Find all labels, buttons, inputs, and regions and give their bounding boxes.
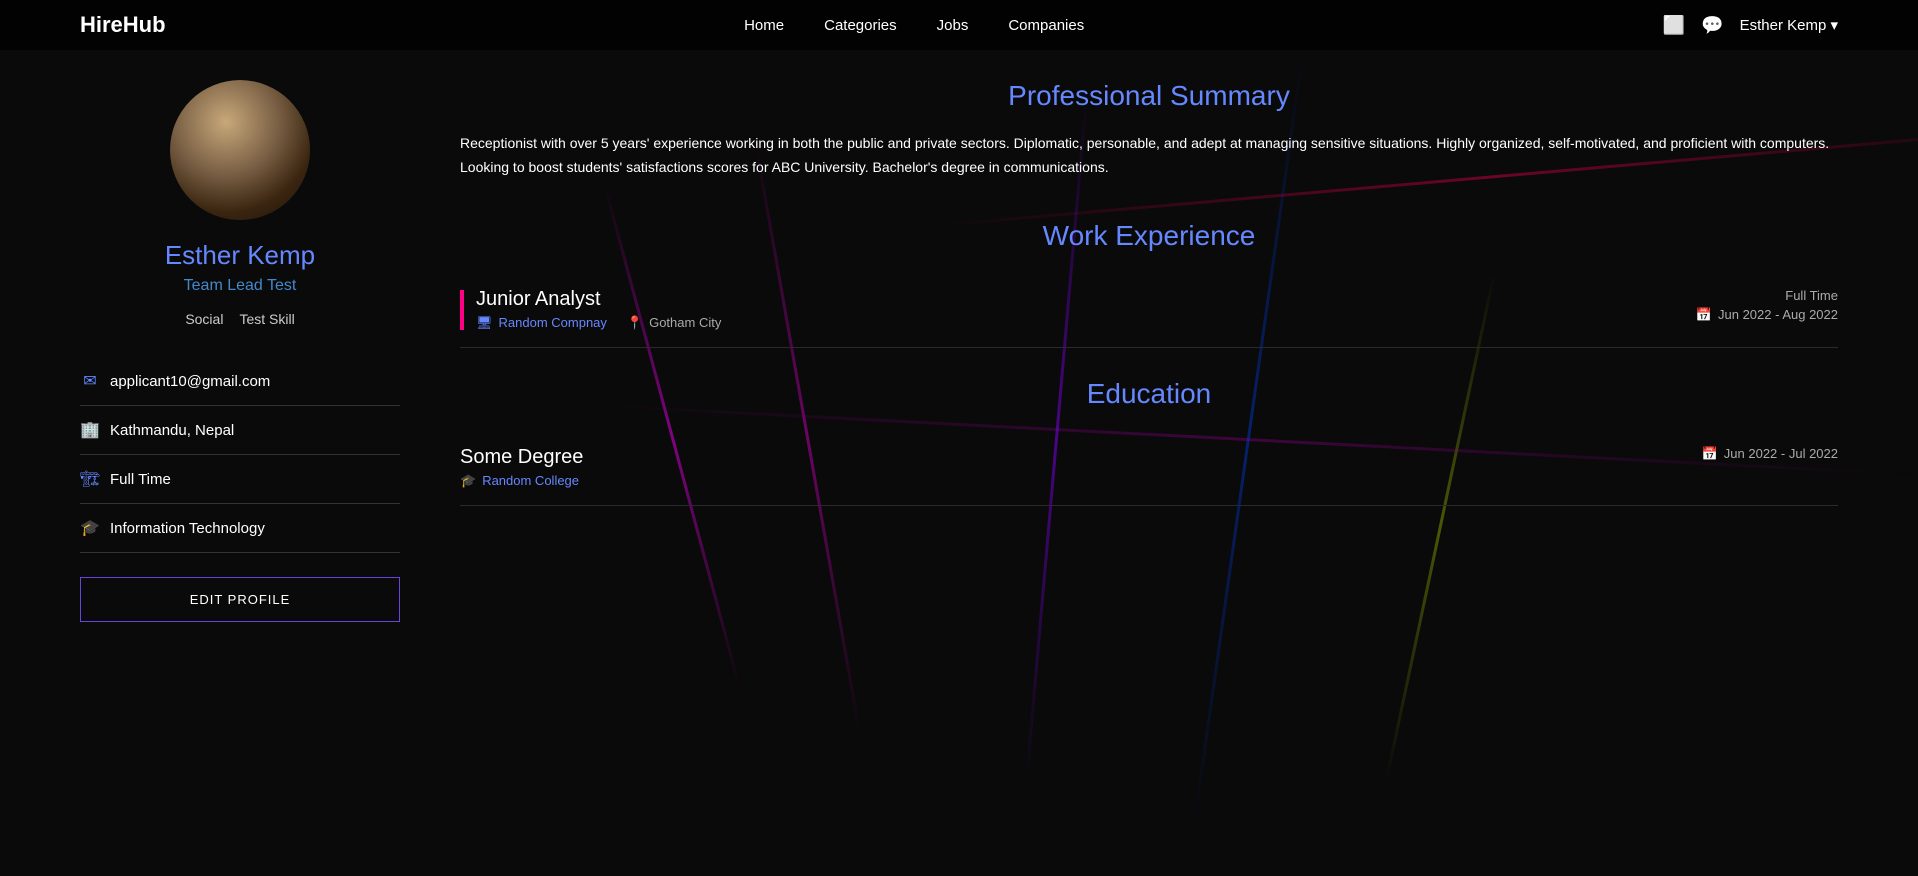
company-icon: 🖥 — [476, 315, 493, 331]
nav-links: Home Categories Jobs Companies — [744, 17, 1084, 34]
calendar-icon: 📅 — [1696, 307, 1712, 323]
profile-name: Esther Kemp — [165, 240, 315, 271]
navbar: HireHub Home Categories Jobs Companies ⬜… — [0, 0, 1918, 50]
edu-college: 🎓 Random College — [460, 473, 583, 489]
main-content: Esther Kemp Team Lead Test Social Test S… — [0, 50, 1918, 652]
location-value: Kathmandu, Nepal — [110, 422, 234, 439]
profile-role: Team Lead Test — [184, 277, 297, 295]
email-value: applicant10@gmail.com — [110, 373, 270, 390]
message-icon[interactable]: 💬 — [1701, 15, 1723, 36]
exp-left: Junior Analyst 🖥 Random Compnay 📍 Gotham… — [460, 288, 721, 331]
email-icon: ✉ — [80, 371, 100, 391]
industry-value: Information Technology — [110, 520, 265, 537]
nav-right: ⬜ 💬 Esther Kemp ▾ — [1663, 15, 1838, 36]
industry-icon: 🎓 — [80, 518, 100, 538]
experience-item: Junior Analyst 🖥 Random Compnay 📍 Gotham… — [460, 272, 1838, 348]
exp-company: 🖥 Random Compnay — [476, 315, 607, 331]
edu-header: Some Degree 🎓 Random College 📅 Jun 2022 … — [460, 446, 1838, 489]
exp-right: Full Time 📅 Jun 2022 - Aug 2022 — [1696, 288, 1838, 323]
exp-type: Full Time — [1696, 288, 1838, 303]
email-detail: ✉ applicant10@gmail.com — [80, 357, 400, 406]
content-area: Professional Summary Receptionist with o… — [460, 80, 1838, 622]
exp-city: Gotham City — [649, 315, 721, 330]
summary-text: Receptionist with over 5 years' experien… — [460, 132, 1838, 180]
work-experience-title: Work Experience — [460, 220, 1838, 252]
nav-companies[interactable]: Companies — [1008, 17, 1084, 34]
education-section: Education Some Degree 🎓 Random College 📅… — [460, 378, 1838, 506]
exp-date-range: Jun 2022 - Aug 2022 — [1718, 307, 1838, 322]
nav-home[interactable]: Home — [744, 17, 784, 34]
profile-tags: Social Test Skill — [185, 311, 294, 327]
edu-date-range: Jun 2022 - Jul 2022 — [1724, 446, 1838, 461]
exp-job-title: Junior Analyst — [476, 288, 721, 311]
location-detail: 🏢 Kathmandu, Nepal — [80, 406, 400, 455]
edit-profile-button[interactable]: EDIT PROFILE — [80, 577, 400, 622]
sidebar: Esther Kemp Team Lead Test Social Test S… — [80, 80, 400, 622]
upload-icon[interactable]: ⬜ — [1663, 15, 1685, 36]
nav-jobs[interactable]: Jobs — [937, 17, 969, 34]
industry-detail: 🎓 Information Technology — [80, 504, 400, 553]
edu-dates: 📅 Jun 2022 - Jul 2022 — [1702, 446, 1838, 462]
edu-calendar-icon: 📅 — [1702, 446, 1718, 462]
profile-tag-skill[interactable]: Test Skill — [239, 311, 294, 327]
location-pin-icon: 📍 — [627, 315, 643, 331]
avatar — [170, 80, 310, 220]
exp-indicator — [460, 290, 464, 330]
jobtype-value: Full Time — [110, 471, 171, 488]
exp-location: 📍 Gotham City — [627, 315, 721, 331]
app-logo: HireHub — [80, 12, 166, 38]
profile-details: ✉ applicant10@gmail.com 🏢 Kathmandu, Nep… — [80, 357, 400, 553]
edu-degree: Some Degree — [460, 446, 583, 469]
college-icon: 🎓 — [460, 473, 476, 489]
college-name: Random College — [482, 473, 579, 488]
jobtype-icon: 🏗 — [80, 469, 100, 489]
education-title: Education — [460, 378, 1838, 410]
jobtype-detail: 🏗 Full Time — [80, 455, 400, 504]
nav-user[interactable]: Esther Kemp ▾ — [1740, 16, 1838, 34]
avatar-wrapper — [170, 80, 310, 220]
work-experience-section: Work Experience Junior Analyst 🖥 Random … — [460, 220, 1838, 348]
location-icon: 🏢 — [80, 420, 100, 440]
education-item: Some Degree 🎓 Random College 📅 Jun 2022 … — [460, 430, 1838, 506]
profile-tag-social[interactable]: Social — [185, 311, 223, 327]
nav-categories[interactable]: Categories — [824, 17, 897, 34]
exp-dates: 📅 Jun 2022 - Aug 2022 — [1696, 307, 1838, 323]
summary-title: Professional Summary — [460, 80, 1838, 112]
company-name: Random Compnay — [499, 315, 607, 330]
